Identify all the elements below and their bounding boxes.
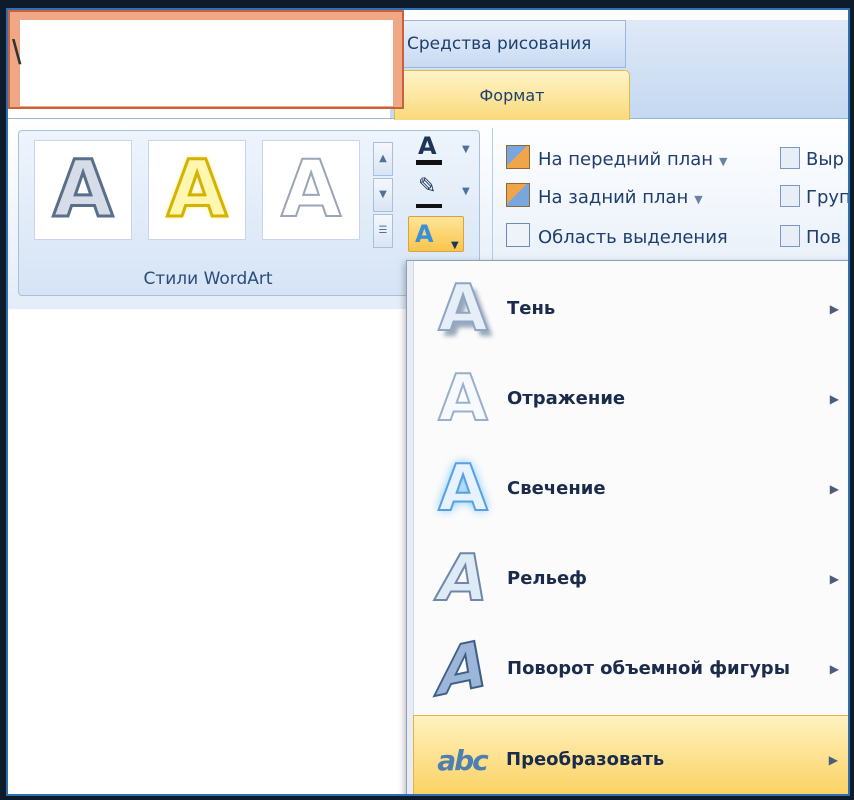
wordart-group-label: Стили WordArt xyxy=(143,269,273,289)
chevron-down-icon[interactable]: ▼ xyxy=(462,186,470,197)
menu-item-3d-rotation[interactable]: A Поворот объемной фигуры ▶ xyxy=(415,625,848,713)
wordart-style-gray[interactable]: A xyxy=(34,140,132,240)
selection-pane-icon xyxy=(506,223,530,247)
send-backward-label: На задний план xyxy=(538,187,689,208)
chevron-down-icon: ▼ xyxy=(451,240,459,251)
chevron-right-icon: ▶ xyxy=(828,753,838,767)
fill-color-bar xyxy=(416,160,442,165)
menu-item-label: Поворот объемной фигуры xyxy=(507,658,790,679)
pencil-icon: ✎ xyxy=(418,174,437,199)
window-frame: \ Средства рисования Формат A A A ▲ ▼ ☰ … xyxy=(0,0,854,800)
text-format-buttons: A ▼ ✎ ▼ A ▼ xyxy=(408,132,478,262)
rotate-icon xyxy=(780,225,800,247)
chevron-down-icon: ▼ xyxy=(694,193,703,206)
menu-item-glow[interactable]: A Свечение ▶ xyxy=(415,445,848,533)
contextual-tab-group-label: Средства рисования xyxy=(390,20,626,68)
align-button[interactable]: Выр xyxy=(780,142,844,178)
text-outline-button[interactable]: ✎ ▼ xyxy=(408,174,474,210)
slide-text-box: \ xyxy=(8,10,404,109)
transform-icon: abc xyxy=(437,743,489,777)
send-backward-icon xyxy=(506,183,530,207)
slide-text-box-inner: \ xyxy=(12,20,393,106)
rotate-label: Пов xyxy=(806,227,842,248)
menu-item-label: Отражение xyxy=(507,388,626,409)
outline-color-bar xyxy=(416,204,442,208)
gallery-up-button[interactable]: ▲ xyxy=(373,142,393,176)
group-label: Груп xyxy=(806,187,850,208)
powerpoint-screen: \ Средства рисования Формат A A A ▲ ▼ ☰ … xyxy=(6,8,850,796)
selection-pane-button[interactable]: Область выделения xyxy=(506,220,728,256)
menu-item-label: Преобразовать xyxy=(506,749,665,770)
menu-item-label: Тень xyxy=(507,298,556,319)
menu-item-label: Рельеф xyxy=(507,568,588,589)
chevron-right-icon: ▶ xyxy=(829,662,839,676)
align-label: Выр xyxy=(806,149,844,170)
chevron-down-icon[interactable]: ▼ xyxy=(462,144,470,155)
group-button[interactable]: Груп xyxy=(780,180,850,216)
rotate-button[interactable]: Пов xyxy=(780,220,841,256)
text-effects-button[interactable]: A ▼ xyxy=(408,216,464,252)
gallery-more-button[interactable]: ☰ xyxy=(373,214,393,248)
gallery-scroll: ▲ ▼ ☰ xyxy=(373,142,393,252)
bring-forward-button[interactable]: На передний план ▼ xyxy=(506,142,728,178)
chevron-down-icon: ▼ xyxy=(719,155,728,168)
tab-format[interactable]: Формат xyxy=(394,70,630,120)
more-icon: ☰ xyxy=(378,225,388,236)
glow-icon: A xyxy=(437,451,489,527)
text-fill-icon: A xyxy=(418,132,437,160)
group-icon xyxy=(780,185,800,207)
gallery-down-button[interactable]: ▼ xyxy=(373,178,393,212)
menu-item-shadow[interactable]: A Тень ▶ xyxy=(415,265,848,353)
wordart-gallery: A A A xyxy=(28,136,368,248)
reflection-icon: A xyxy=(437,361,489,437)
chevron-down-icon: ▼ xyxy=(379,189,387,200)
slide-text-fragment: \ xyxy=(12,34,22,72)
bevel-icon: A xyxy=(437,541,489,617)
3d-rotation-icon: A xyxy=(437,626,489,713)
wordart-style-white[interactable]: A xyxy=(262,140,360,240)
text-effects-icon: A xyxy=(415,220,434,248)
align-icon xyxy=(780,147,800,169)
selection-pane-label: Область выделения xyxy=(538,227,728,248)
menu-item-label: Свечение xyxy=(507,478,606,499)
wordart-style-gold[interactable]: A xyxy=(148,140,246,240)
chevron-right-icon: ▶ xyxy=(829,392,839,406)
chevron-right-icon: ▶ xyxy=(829,302,839,316)
menu-item-bevel[interactable]: A Рельеф ▶ xyxy=(415,535,848,623)
bring-forward-icon xyxy=(506,145,530,169)
bring-forward-label: На передний план xyxy=(538,149,714,170)
chevron-right-icon: ▶ xyxy=(829,482,839,496)
text-fill-button[interactable]: A ▼ xyxy=(408,132,474,168)
menu-item-transform[interactable]: abc Преобразовать ▶ xyxy=(413,715,848,794)
chevron-up-icon: ▲ xyxy=(379,153,387,164)
menu-item-reflection[interactable]: A Отражение ▶ xyxy=(415,355,848,443)
chevron-right-icon: ▶ xyxy=(829,572,839,586)
shadow-icon: A xyxy=(437,271,489,347)
send-backward-button[interactable]: На задний план ▼ xyxy=(506,180,703,216)
text-effects-menu: A Тень ▶ A Отражение ▶ A Свечение ▶ A Ре… xyxy=(406,260,848,794)
